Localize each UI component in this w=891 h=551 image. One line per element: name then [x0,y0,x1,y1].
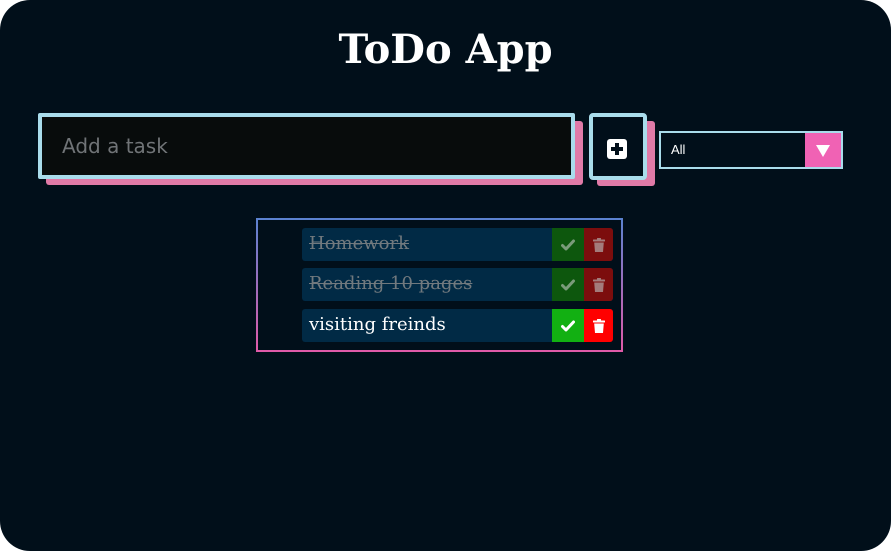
check-icon [561,279,575,290]
delete-task-button[interactable] [584,268,613,301]
task-text: visiting freinds [309,314,446,335]
complete-task-button[interactable] [552,268,584,301]
plus-square-icon [607,139,627,159]
complete-task-button[interactable] [552,309,584,342]
add-task-input[interactable] [38,113,575,179]
check-icon [561,239,575,250]
app-window: ToDo App All Homework R [0,0,891,551]
delete-task-button[interactable] [584,309,613,342]
filter-selected-value: All [671,142,686,157]
delete-task-button[interactable] [584,228,613,261]
task-text: Reading 10 pages [309,273,473,294]
task-item: Reading 10 pages [302,268,613,301]
task-item: Homework [302,228,613,261]
trash-icon [592,277,605,292]
task-list: Homework Reading 10 pages visiting frein… [256,218,623,352]
task-text: Homework [309,233,410,254]
check-icon [561,320,575,331]
app-title: ToDo App [338,26,553,73]
add-task-button[interactable] [589,113,647,180]
trash-icon [592,237,605,252]
chevron-down-icon [805,133,841,167]
task-item: visiting freinds [302,309,613,342]
trash-icon [592,318,605,333]
complete-task-button[interactable] [552,228,584,261]
filter-select[interactable]: All [659,131,843,169]
